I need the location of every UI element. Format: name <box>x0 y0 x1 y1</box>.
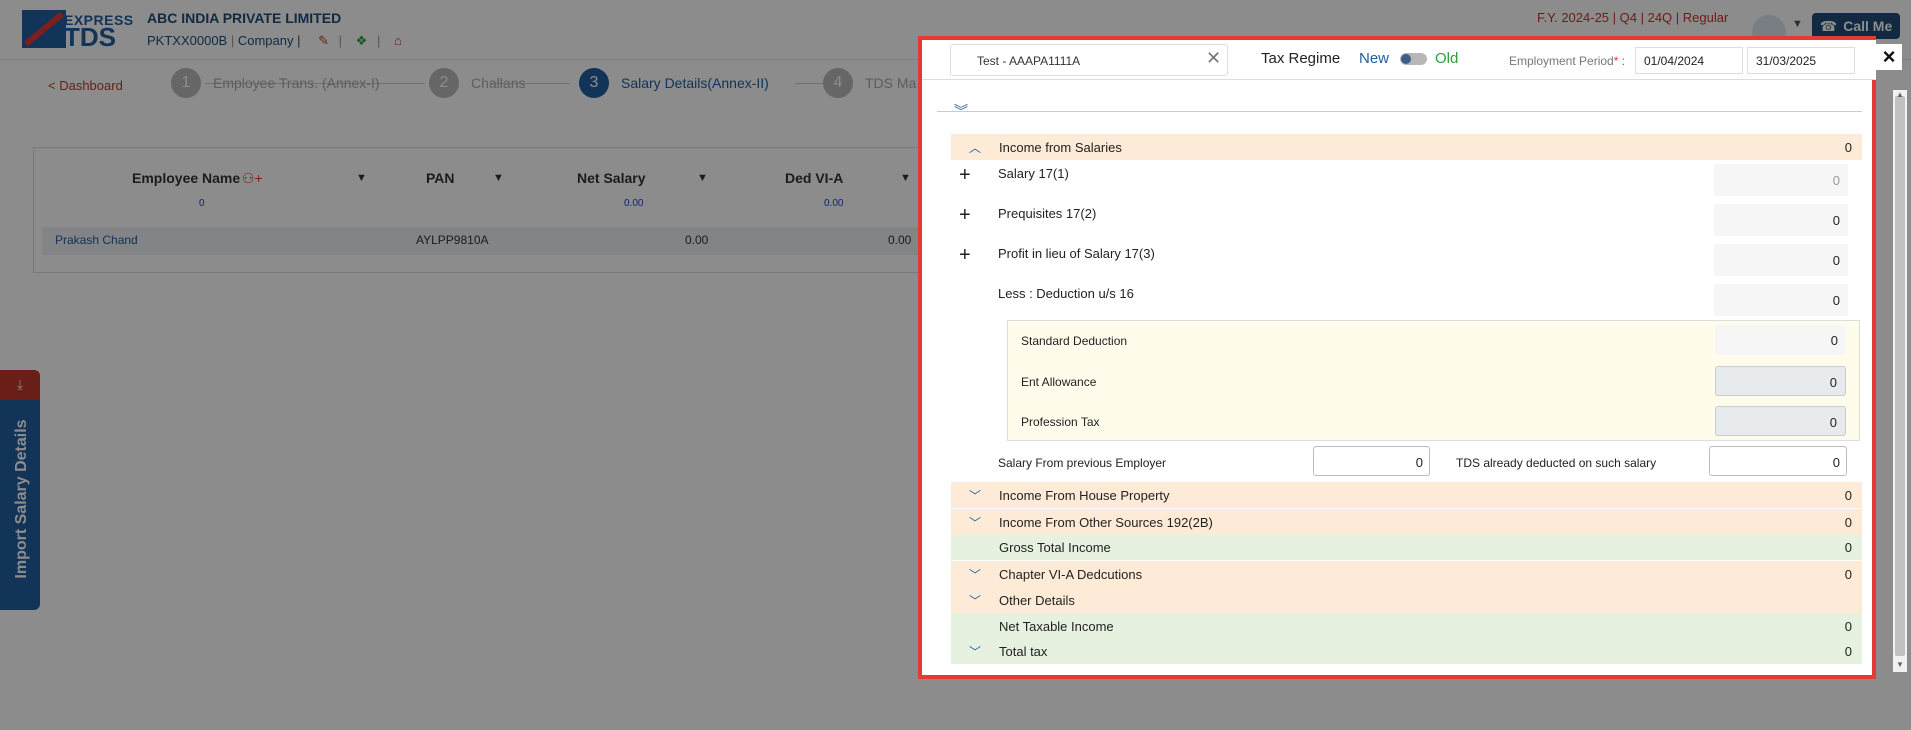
section-value: 0 <box>1844 618 1852 634</box>
section-value: 0 <box>1844 643 1852 659</box>
clear-icon[interactable]: ✕ <box>1206 48 1221 69</box>
date-to-input[interactable]: 31/03/2025 <box>1747 47 1855 74</box>
regime-new-label[interactable]: New <box>1359 50 1389 67</box>
section-other-details[interactable]: ﹀ Other Details <box>951 587 1862 613</box>
prequisites-value: 0 <box>1714 204 1848 236</box>
close-icon[interactable]: × <box>1876 44 1902 70</box>
employment-period-label: Employment Period* : <box>1509 54 1625 68</box>
required-marker: * : <box>1613 54 1626 68</box>
section-total-tax[interactable]: ﹀ Total tax 0 <box>951 638 1862 664</box>
prev-employer-input[interactable]: 0 <box>1313 446 1430 476</box>
scroll-up-icon[interactable]: ▲ <box>1896 90 1904 99</box>
ent-allowance-input[interactable]: 0 <box>1715 366 1846 396</box>
profession-tax-label: Profession Tax <box>1021 415 1100 429</box>
section-label: Other Details <box>999 592 1075 608</box>
chevron-down-icon[interactable]: ﹀ <box>951 592 999 609</box>
salary-171-value: 0 <box>1714 164 1848 196</box>
prev-employer-label: Salary From previous Employer <box>998 456 1167 470</box>
chevron-down-icon[interactable]: ﹀ <box>951 566 999 583</box>
prequisites-label: Prequisites 17(2) <box>998 206 1097 221</box>
section-label: Total tax <box>999 643 1048 659</box>
standard-deduction-value: 0 <box>1715 325 1846 355</box>
section-value: 0 <box>1844 514 1852 530</box>
section-value: 0 <box>1844 539 1852 555</box>
section-label: Chapter VI-A Dedcutions <box>999 566 1143 582</box>
chevron-up-icon[interactable]: ︿ <box>951 139 999 156</box>
regime-toggle[interactable] <box>1400 53 1427 65</box>
employment-period-text: Employment Period <box>1509 54 1614 68</box>
tds-deducted-input[interactable]: 0 <box>1709 446 1847 476</box>
tds-deducted-label: TDS already deducted on such salary <box>1456 456 1657 470</box>
section-label: Net Taxable Income <box>999 618 1114 634</box>
ent-allowance-label: Ent Allowance <box>1021 375 1097 389</box>
chevron-down-icon[interactable]: ﹀ <box>951 487 999 504</box>
regime-old-label[interactable]: Old <box>1435 50 1458 67</box>
section-value: 0 <box>1844 487 1852 503</box>
section-label: Income From House Property <box>999 487 1170 503</box>
section-house-property[interactable]: ﹀ Income From House Property 0 <box>951 482 1862 508</box>
divider <box>937 111 1862 112</box>
profit-lieu-value: 0 <box>1714 244 1848 276</box>
expand-plus-icon[interactable]: + <box>959 244 971 267</box>
employee-select[interactable]: Test - AAAPA1111A <box>950 44 1228 76</box>
less-deduction-value: 0 <box>1714 284 1848 316</box>
expand-plus-icon[interactable]: + <box>959 164 971 187</box>
section-net-taxable: Net Taxable Income 0 <box>951 613 1862 639</box>
section-value: 0 <box>1844 566 1852 582</box>
less-deduction-label: Less : Deduction u/s 16 <box>998 286 1134 301</box>
section-label: Income from Salaries <box>999 139 1122 155</box>
tax-regime-label: Tax Regime <box>1261 50 1341 67</box>
chevron-down-icon[interactable]: ﹀ <box>951 643 999 660</box>
chevron-down-icon[interactable]: ﹀ <box>951 514 999 531</box>
section-gross-total: Gross Total Income 0 <box>951 534 1862 560</box>
profession-tax-input[interactable]: 0 <box>1715 406 1846 436</box>
profit-lieu-label: Profit in lieu of Salary 17(3) <box>998 246 1155 261</box>
salary-171-label: Salary 17(1) <box>998 166 1069 181</box>
scroll-down-icon[interactable]: ▼ <box>1896 660 1904 669</box>
section-chapter-via[interactable]: ﹀ Chapter VI-A Dedcutions 0 <box>951 561 1862 587</box>
expand-plus-icon[interactable]: + <box>959 204 971 227</box>
section-income-salaries[interactable]: ︿ Income from Salaries 0 <box>951 134 1862 160</box>
toggle-knob <box>1401 54 1411 64</box>
standard-deduction-label: Standard Deduction <box>1021 334 1128 348</box>
section-label: Gross Total Income <box>999 539 1111 555</box>
section-label: Income From Other Sources 192(2B) <box>999 514 1213 530</box>
scrollbar-thumb[interactable] <box>1895 96 1905 656</box>
section-other-sources[interactable]: ﹀ Income From Other Sources 192(2B) 0 <box>951 509 1862 535</box>
date-from-input[interactable]: 01/04/2024 <box>1635 47 1743 74</box>
section-value: 0 <box>1844 139 1852 155</box>
